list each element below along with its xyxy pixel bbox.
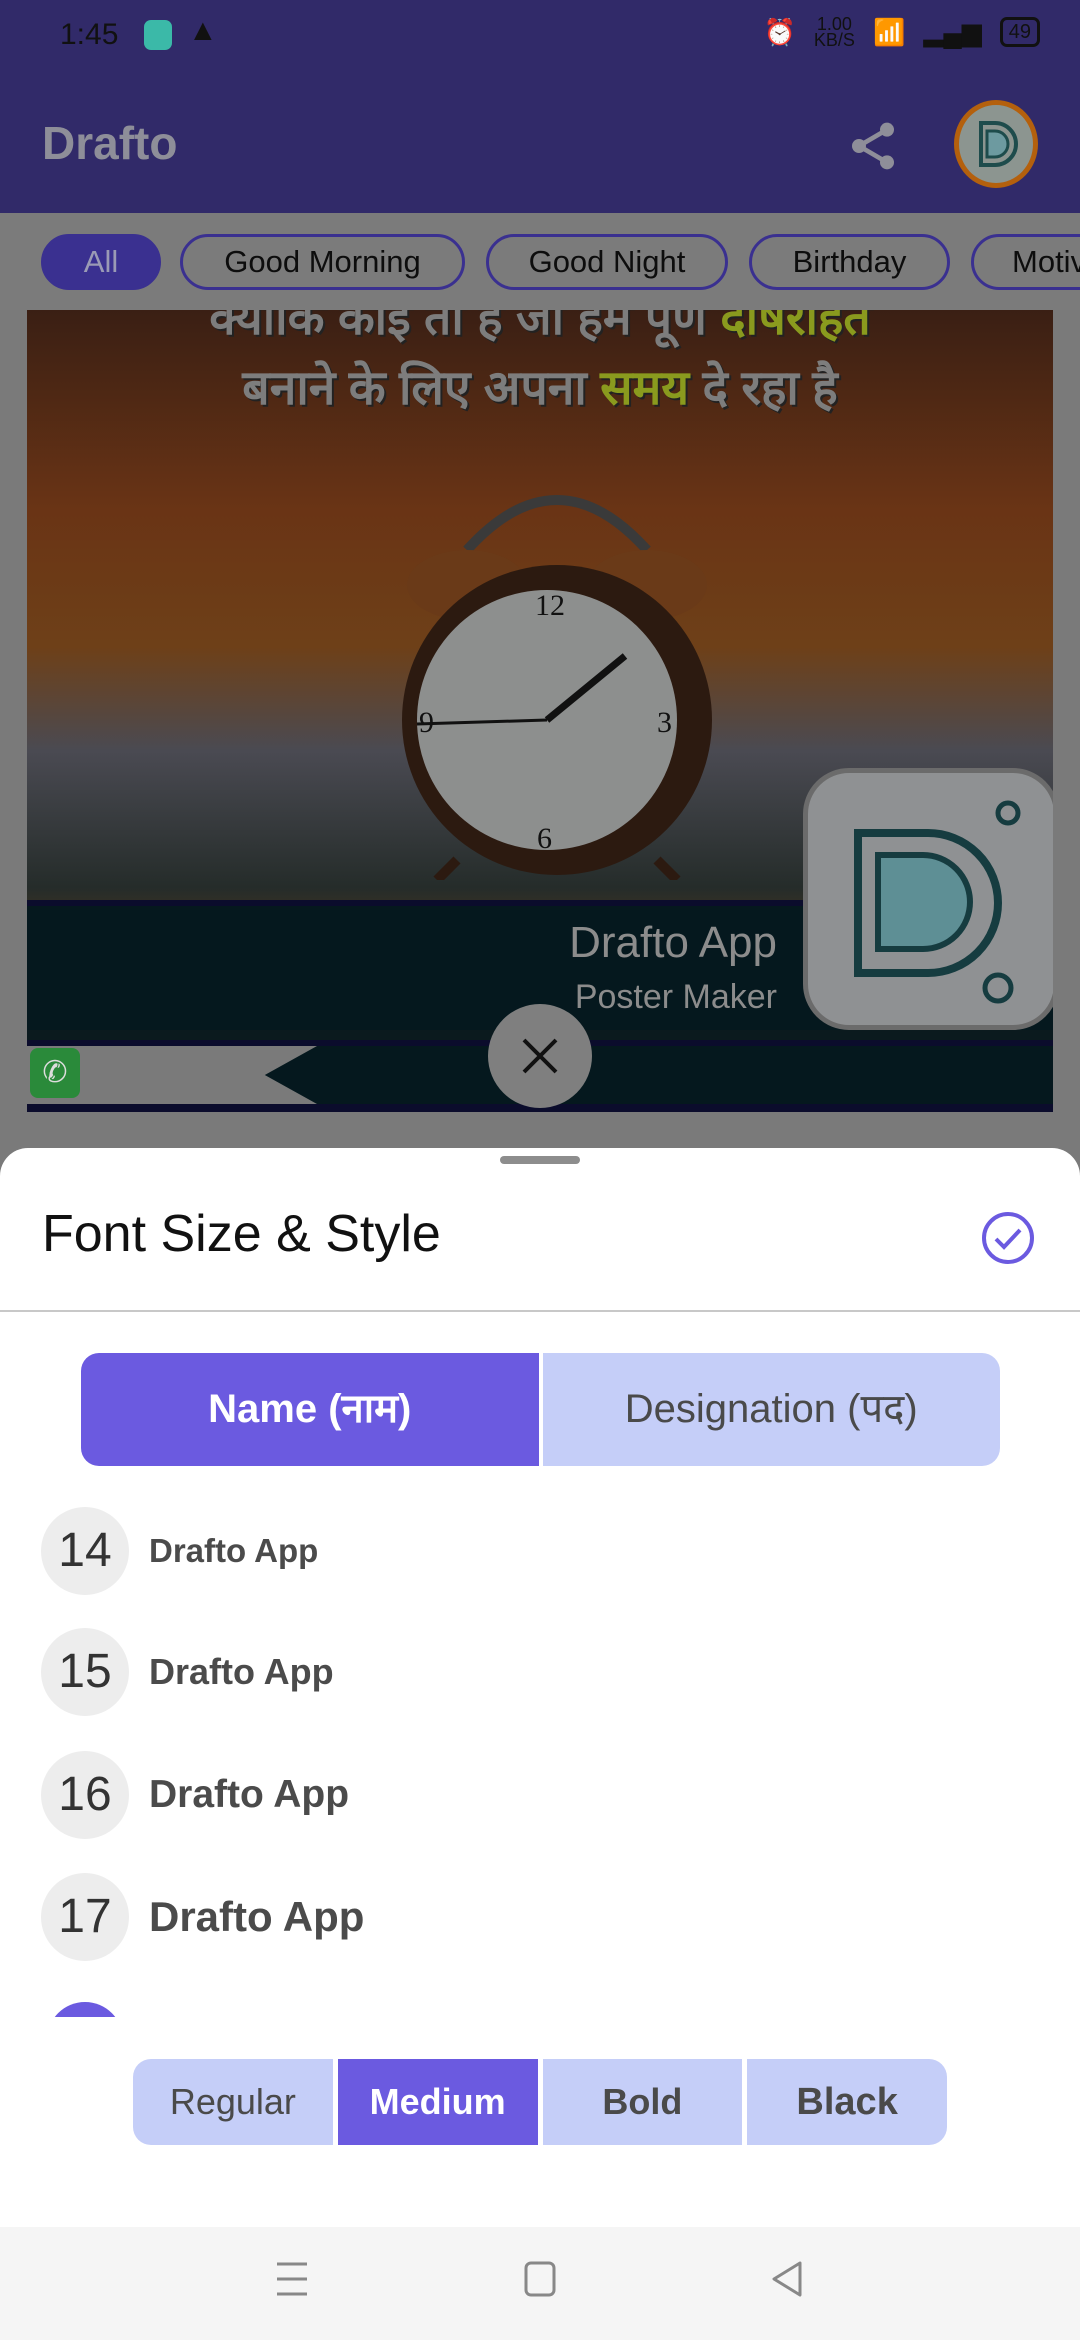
close-button[interactable] [488,1004,592,1108]
style-regular[interactable]: Regular [133,2059,333,2145]
poster-quote-line1: क्योंकि कोई तो है जो हमें पूर्ण दोषरहित [209,310,871,345]
size-option-14[interactable]: 14 Drafto App [41,1506,318,1596]
drag-handle[interactable] [500,1156,580,1164]
close-icon [522,1038,558,1074]
svg-text:12: 12 [535,589,565,622]
chip-good-night[interactable]: Good Night [486,234,728,290]
back-icon[interactable] [770,2261,804,2302]
system-nav-bar [0,2227,1080,2340]
signal-icon: ▂▄▆ [923,16,982,47]
style-medium[interactable]: Medium [337,2059,538,2145]
chip-all[interactable]: All [41,234,161,290]
style-black[interactable]: Black [747,2059,947,2145]
svg-text:9: 9 [419,706,434,739]
notification-app-icon [144,20,172,50]
sheet-title: Font Size & Style [42,1205,441,1263]
size-option-selected[interactable] [41,1995,123,2017]
net-unit: KB/S [813,30,855,50]
whatsapp-icon: ✆ [30,1048,80,1098]
size-preview: Drafto App [149,1532,319,1569]
app-title: Drafto [42,117,178,169]
size-number: 16 [41,1751,129,1839]
chip-good-morning[interactable]: Good Morning [180,234,465,290]
share-icon[interactable] [845,118,901,174]
style-bold[interactable]: Bold [542,2059,743,2145]
home-icon[interactable] [524,2261,556,2302]
size-option-17[interactable]: 17 Drafto App [41,1872,364,1962]
size-number: 15 [41,1628,129,1716]
size-preview: Drafto App [149,1893,365,1940]
selected-size-indicator [47,2002,123,2017]
status-bar: 1:45 ▲ ⏰ 1.00 KB/S 📶 ▂▄▆ 49 [0,0,1080,72]
status-time: 1:45 [60,18,119,51]
poster-name: Drafto App [569,918,777,967]
poster-quote-line2: बनाने के लिए अपना समय दे रहा है [242,362,838,415]
size-preview: Drafto App [149,1651,334,1692]
font-size-list[interactable]: 14 Drafto App 15 Drafto App 16 Drafto App 1… [0,1340,1080,2017]
chip-motivation[interactable]: Motiv [971,234,1080,290]
size-number: 17 [41,1873,129,1961]
battery-icon: 49 [999,17,1040,47]
svg-text:6: 6 [537,822,552,855]
poster-designation: Poster Maker [574,978,777,1016]
alarm-clock-image: 12 3 6 9 [402,495,712,880]
size-number: 14 [41,1507,129,1595]
size-option-16[interactable]: 16 Drafto App [41,1750,349,1840]
app-bar: Drafto [0,72,1080,213]
profile-avatar[interactable] [954,100,1038,188]
svg-text:3: 3 [657,706,672,739]
size-option-15[interactable]: 15 Drafto App [41,1627,334,1717]
drafto-logo [803,768,1053,1030]
alarm-icon: ⏰ [763,16,796,47]
poster-preview: क्योंकि कोई तो है जो हमें पूर्ण दोषरहित … [27,310,1053,1112]
warning-icon: ▲ [188,14,218,47]
wifi-icon: 📶 [872,16,906,47]
size-preview: Drafto App [149,1773,350,1816]
confirm-check-icon[interactable] [980,1210,1036,1266]
category-chips: All Good Morning Good Night Birthday Mot… [0,213,1080,310]
font-weight-selector: Regular Medium Bold Black [133,2059,947,2145]
divider [0,1310,1080,1312]
recents-icon[interactable] [275,2261,309,2302]
chip-birthday[interactable]: Birthday [749,234,950,290]
